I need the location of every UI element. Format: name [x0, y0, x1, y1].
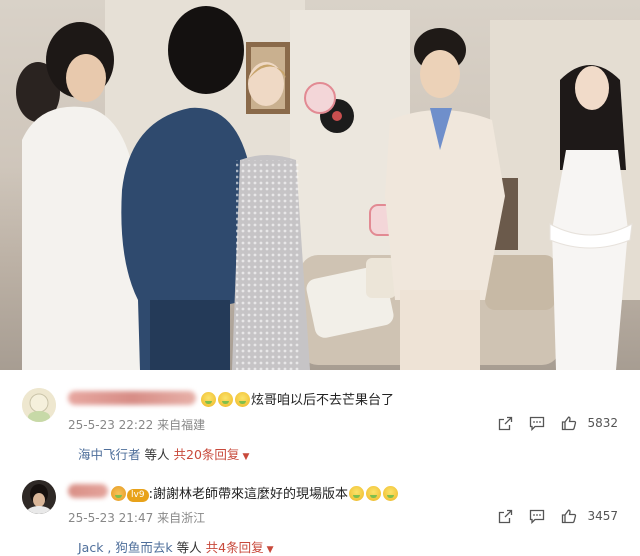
person-4-cream-suit: [385, 110, 505, 300]
comment-location: 来自福建: [157, 418, 206, 432]
like-count: 3457: [587, 509, 618, 523]
comment-meta: 25-5-23 22:22 来自福建: [68, 416, 205, 433]
share-icon: [498, 509, 513, 523]
like-count: 5832: [587, 416, 618, 430]
comment-location: 来自浙江: [157, 511, 206, 525]
comment-meta: 25-5-23 21:47 来自浙江: [68, 509, 205, 526]
medal-icon: [111, 486, 126, 501]
comment-body: :謝謝林老師帶來這麼好的現場版本: [148, 487, 348, 502]
comment-actions: 3457: [489, 507, 618, 525]
comment-time: 25-5-23 21:47: [68, 511, 154, 525]
reply-summary[interactable]: 海中飞行者 等人 共20条回复 ▼: [78, 444, 249, 463]
reply-count[interactable]: 共20条回复: [174, 447, 240, 462]
person-1-white-shirt: [22, 106, 140, 370]
comment-time: 25-5-23 22:22: [68, 418, 154, 432]
username-blurred[interactable]: [68, 484, 108, 498]
level-badge: lv9: [127, 489, 149, 502]
chevron-down-icon[interactable]: ▼: [267, 545, 274, 555]
reply-names[interactable]: Jack , 狗鱼而去k: [78, 540, 173, 555]
person-2-hair: [168, 6, 244, 94]
video-frame[interactable]: [0, 0, 640, 370]
reply-button[interactable]: [521, 507, 553, 525]
comment-icon: [530, 416, 545, 431]
emoji-icon: [235, 392, 250, 407]
emoji-icon: [201, 392, 216, 407]
avatar-image: [22, 480, 56, 514]
avatar[interactable]: [22, 388, 56, 422]
person-3-face: [248, 62, 284, 106]
thumbs-up-icon: [562, 416, 577, 430]
emoji-icon: [365, 486, 381, 501]
brand-sticker-1: [304, 82, 336, 114]
share-button[interactable]: [489, 414, 521, 432]
like-button[interactable]: [553, 414, 585, 432]
reply-count[interactable]: 共4条回复: [206, 540, 264, 555]
comment-body: 炫哥咱以后不去芒果台了: [251, 393, 395, 408]
comment-icon: [530, 509, 545, 524]
cushion-beige: [485, 255, 555, 310]
comment-text: 炫哥咱以后不去芒果台了: [200, 389, 394, 408]
person-5-white-dress: [552, 150, 628, 370]
share-button[interactable]: [489, 507, 521, 525]
chevron-down-icon[interactable]: ▼: [242, 452, 249, 462]
reply-summary[interactable]: Jack , 狗鱼而去k 等人 共4条回复 ▼: [78, 537, 274, 556]
reply-button[interactable]: [521, 414, 553, 432]
thumbs-up-icon: [562, 509, 577, 523]
reply-names[interactable]: 海中飞行者: [78, 447, 141, 462]
emoji-icon: [382, 486, 398, 501]
share-icon: [498, 416, 513, 430]
like-button[interactable]: [553, 507, 585, 525]
scene-illustration: [16, 0, 640, 370]
reply-connector: 等人: [176, 540, 202, 555]
emoji-icon: [348, 486, 364, 501]
avatar[interactable]: [22, 480, 56, 514]
reply-connector: 等人: [144, 447, 170, 462]
comment-text: lv9:謝謝林老師帶來這麼好的現場版本: [110, 483, 399, 502]
username-blurred[interactable]: [68, 391, 196, 405]
comment-actions: 5832: [489, 414, 618, 432]
emoji-icon: [218, 392, 233, 407]
avatar-image: [22, 388, 56, 422]
